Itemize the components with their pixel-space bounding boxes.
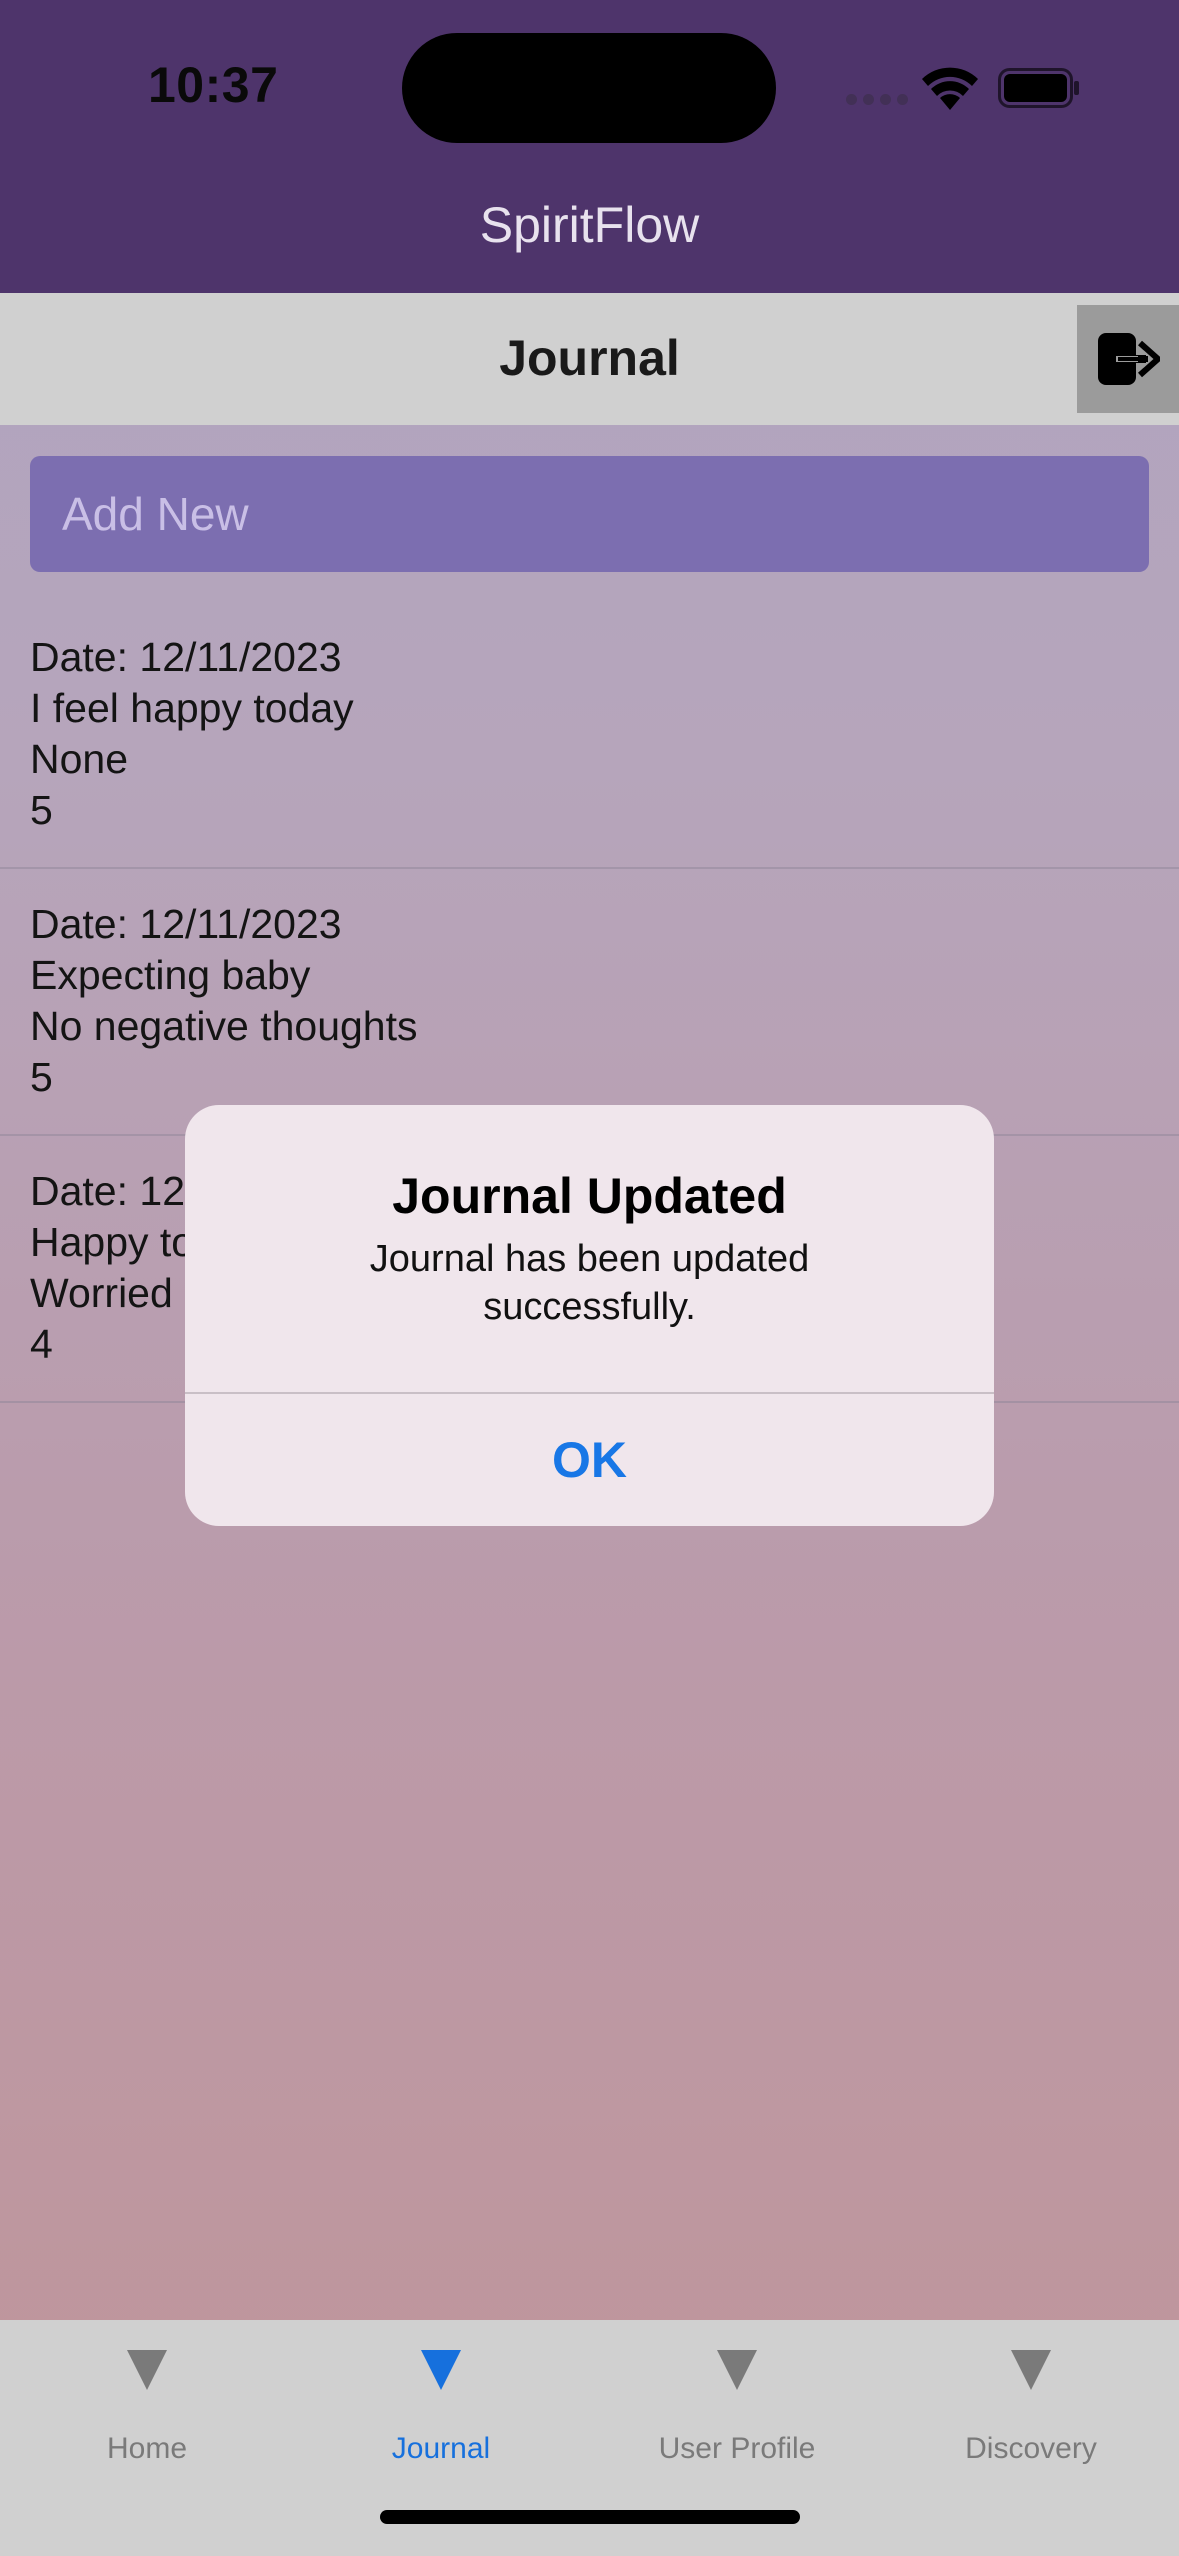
journal-entry[interactable]: Date: 12/11/2023 Expecting baby No negat… [0, 869, 1179, 1136]
entry-date: Date: 12/11/2023 [30, 901, 342, 947]
alert-ok-button[interactable]: OK [185, 1394, 994, 1526]
entry-thoughts: None [30, 736, 129, 782]
triangle-down-icon [127, 2350, 167, 2390]
tab-journal[interactable]: Journal [294, 2320, 588, 2490]
tab-home[interactable]: Home [0, 2320, 294, 2490]
logout-button[interactable] [1077, 305, 1179, 413]
journal-screen: 10:37 SpiritFlow Journal Add New Date: 1… [0, 0, 1179, 2556]
app-title: SpiritFlow [479, 197, 700, 253]
dynamic-island [402, 33, 776, 143]
entry-thoughts: No negative thoughts [30, 1003, 418, 1049]
alert-title: Journal Updated [392, 1168, 787, 1224]
alert-message: Journal has been updated successfully. [369, 1238, 810, 1328]
entry-rating: 5 [30, 787, 53, 833]
top-bar: 10:37 SpiritFlow [0, 0, 1179, 293]
entry-text: Expecting baby [30, 952, 311, 998]
add-new-input[interactable] [30, 456, 1149, 572]
journal-header: Journal [0, 293, 1179, 425]
tab-user-profile[interactable]: User Profile [590, 2320, 884, 2490]
entry-text: I feel happy today [30, 685, 354, 731]
battery-icon [998, 68, 1079, 108]
tab-label: Discovery [965, 2432, 1097, 2465]
tab-discovery[interactable]: Discovery [884, 2320, 1178, 2490]
cellular-signal-icon [846, 94, 908, 105]
tab-label: User Profile [658, 2432, 816, 2465]
home-indicator[interactable] [380, 2510, 800, 2524]
entry-date: Date: 12/11/2023 [30, 634, 342, 680]
triangle-down-icon [1011, 2350, 1051, 2390]
triangle-down-icon [421, 2350, 461, 2390]
entry-rating: 5 [30, 1054, 53, 1100]
logout-arrow-icon [1098, 333, 1160, 385]
tab-label: Home [106, 2432, 188, 2465]
status-time: 10:37 [148, 57, 279, 113]
page-title: Journal [499, 330, 680, 386]
journal-entry[interactable]: Date: 12/11/2023 I feel happy today None… [0, 602, 1179, 869]
alert-dialog: Journal Updated Journal has been updated… [185, 1105, 994, 1526]
wifi-icon [922, 67, 978, 110]
triangle-down-icon [717, 2350, 757, 2390]
tab-label: Journal [391, 2432, 491, 2465]
